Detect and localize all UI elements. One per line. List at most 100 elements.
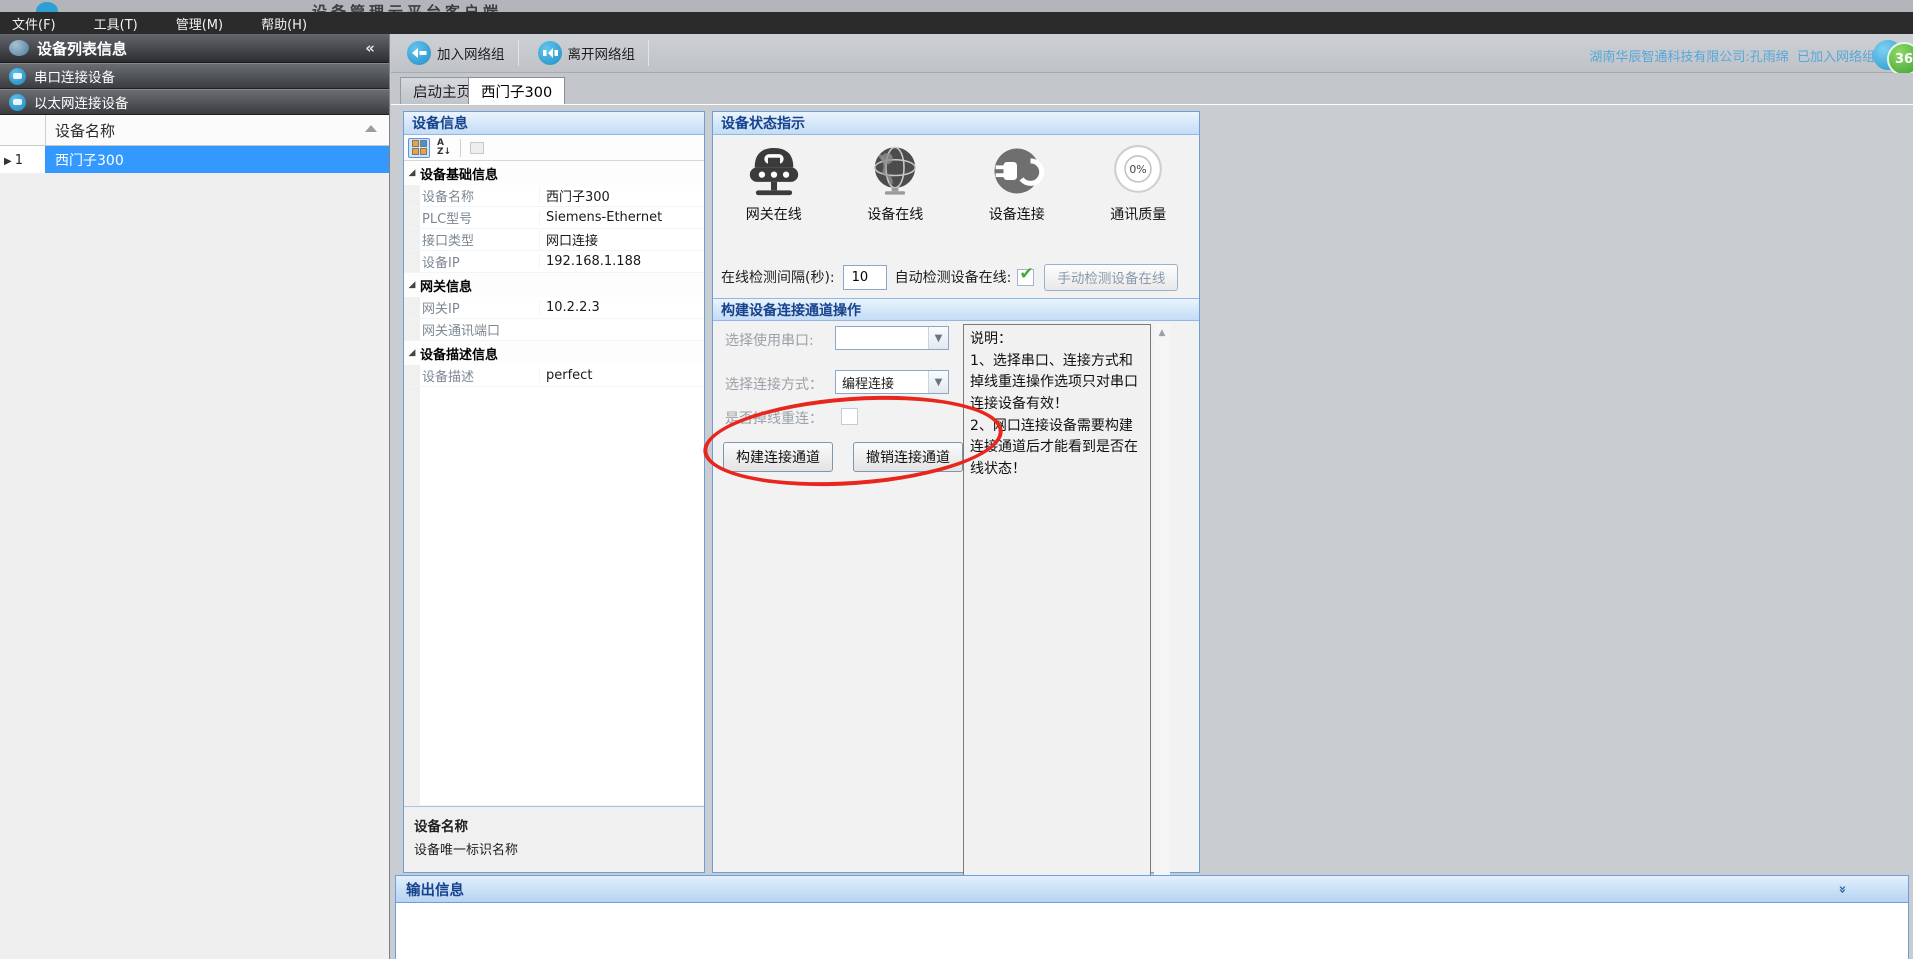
property-grid: ◢ 设备基础信息 设备名称 西门子300 PLC型号 Siemens-Ether… bbox=[404, 161, 704, 805]
reconnect-checkbox[interactable] bbox=[841, 408, 858, 425]
online-detect-row: 在线检测间隔(秒): 自动检测设备在线: 手动检测设备在线 bbox=[721, 262, 1191, 292]
property-row[interactable]: 网关IP 10.2.2.3 bbox=[404, 297, 704, 319]
leave-network-icon bbox=[538, 41, 562, 65]
sidebar-item-label: 串口连接设备 bbox=[34, 66, 115, 86]
instructions-scrollbar[interactable]: ▲ ▼ bbox=[1154, 324, 1170, 898]
comm-quality-indicator: 0% 通讯质量 bbox=[1083, 144, 1193, 224]
document-tabstrip: 启动主页 西门子300 bbox=[391, 73, 1913, 104]
gateway-online-label: 网关在线 bbox=[746, 204, 802, 224]
serial-port-combobox[interactable]: ▼ bbox=[835, 326, 949, 350]
property-value[interactable]: perfect bbox=[539, 368, 704, 383]
property-pages-icon bbox=[466, 138, 488, 158]
property-value[interactable]: Siemens-Ethernet bbox=[539, 210, 704, 225]
device-row-siemens300[interactable]: 西门子300 bbox=[45, 146, 389, 173]
device-list-sidebar: 设备列表信息 « 串口连接设备 以太网连接设备 设备名称 ▶1 西门子300 bbox=[0, 34, 390, 959]
menu-help[interactable]: 帮助(H) bbox=[261, 14, 307, 33]
highlight-annotation-ellipse bbox=[700, 387, 1005, 496]
category-row-basic[interactable]: ◢ 设备基础信息 bbox=[404, 161, 704, 185]
expander-icon: ◢ bbox=[404, 168, 420, 178]
grid-scroll-up-icon[interactable] bbox=[365, 125, 377, 132]
property-row[interactable]: 网关通讯端口 bbox=[404, 319, 704, 341]
instruction-line: 1、选择串口、连接方式和掉线重连操作选项只对串口连接设备有效！ bbox=[970, 351, 1144, 416]
serial-port-label: 选择使用串口: bbox=[725, 330, 814, 350]
property-description-box: 设备名称 设备唯一标识名称 bbox=[404, 806, 704, 872]
chevron-down-icon[interactable]: ▼ bbox=[928, 371, 948, 393]
chevron-down-icon[interactable]: ▼ bbox=[928, 327, 948, 349]
output-panel-body bbox=[395, 903, 1909, 959]
category-row-description[interactable]: ◢ 设备描述信息 bbox=[404, 341, 704, 365]
categorized-view-icon[interactable] bbox=[408, 138, 430, 158]
device-grid-header: 设备名称 bbox=[0, 115, 389, 146]
property-value[interactable]: 10.2.2.3 bbox=[539, 300, 704, 315]
svg-text:0%: 0% bbox=[1130, 163, 1147, 176]
menu-file[interactable]: 文件(F) bbox=[12, 14, 56, 33]
menu-tools[interactable]: 工具(T) bbox=[94, 14, 138, 33]
property-row[interactable]: 设备名称 西门子300 bbox=[404, 185, 704, 207]
row-marker-icon: ▶1 bbox=[4, 153, 23, 168]
sidebar-item-serial-devices[interactable]: 串口连接设备 bbox=[0, 63, 389, 89]
property-label: 网关IP bbox=[404, 298, 539, 317]
notification-badge[interactable]: 36 bbox=[1887, 42, 1913, 76]
app-window: 设备管理云平台客户端 文件(F) 工具(T) 管理(M) 帮助(H) 设备列表信… bbox=[0, 0, 1913, 959]
property-value[interactable]: 192.168.1.188 bbox=[539, 254, 704, 269]
connect-mode-combobox[interactable]: 编程连接 ▼ bbox=[835, 370, 949, 394]
device-list-icon bbox=[9, 40, 29, 56]
auto-detect-checkbox[interactable] bbox=[1017, 269, 1034, 286]
property-label: 网关通讯端口 bbox=[404, 320, 539, 339]
interval-input[interactable] bbox=[843, 265, 887, 290]
sidebar-header: 设备列表信息 « bbox=[0, 34, 389, 63]
output-title: 输出信息 bbox=[406, 879, 464, 900]
device-online-label: 设备在线 bbox=[867, 204, 923, 224]
auto-detect-label: 自动检测设备在线: bbox=[895, 267, 1012, 287]
column-device-name[interactable]: 设备名称 bbox=[55, 120, 115, 141]
property-label: 设备IP bbox=[404, 252, 539, 271]
device-connect-indicator: 设备连接 bbox=[962, 144, 1072, 224]
expander-icon: ◢ bbox=[404, 280, 420, 290]
quality-icon: 0% bbox=[1109, 144, 1167, 198]
join-network-group-button[interactable]: 加入网络组 bbox=[397, 38, 515, 68]
expander-icon: ◢ bbox=[404, 348, 420, 358]
toolbar-separator bbox=[648, 40, 649, 66]
app-logo-icon bbox=[36, 2, 58, 12]
gateway-icon bbox=[745, 144, 803, 198]
menu-bar: 文件(F) 工具(T) 管理(M) 帮助(H) bbox=[0, 12, 1913, 34]
table-row: ▶1 西门子300 bbox=[0, 146, 389, 173]
build-channel-button[interactable]: 构建连接通道 bbox=[723, 442, 833, 472]
tab-content: 设备信息 AZ↓ ◢ 设备基础信息 设备名称 西门子300 bbox=[391, 104, 1913, 959]
leave-network-group-button[interactable]: 离开网络组 bbox=[528, 38, 646, 68]
property-row[interactable]: 设备描述 perfect bbox=[404, 365, 704, 387]
property-label: 设备描述 bbox=[404, 366, 539, 385]
sort-alphabetical-icon[interactable]: AZ↓ bbox=[433, 138, 455, 158]
property-label: 设备名称 bbox=[404, 186, 539, 205]
property-value[interactable]: 西门子300 bbox=[539, 186, 704, 205]
scroll-up-icon[interactable]: ▲ bbox=[1156, 328, 1168, 338]
globe-icon bbox=[867, 144, 923, 198]
reconnect-label: 是否掉线重连： bbox=[725, 408, 823, 428]
collapse-sidebar-icon[interactable]: « bbox=[365, 39, 375, 57]
property-row[interactable]: PLC型号 Siemens-Ethernet bbox=[404, 207, 704, 229]
description-title: 设备名称 bbox=[414, 815, 694, 835]
ethernet-device-icon bbox=[9, 94, 26, 111]
property-label: PLC型号 bbox=[404, 208, 539, 227]
serial-device-icon bbox=[9, 68, 26, 85]
interval-label: 在线检测间隔(秒): bbox=[721, 267, 835, 287]
output-collapse-icon[interactable]: » bbox=[1834, 885, 1849, 893]
revoke-channel-button[interactable]: 撤销连接通道 bbox=[853, 442, 963, 472]
tab-siemens300[interactable]: 西门子300 bbox=[468, 77, 565, 104]
sidebar-item-ethernet-devices[interactable]: 以太网连接设备 bbox=[0, 89, 389, 115]
menu-manage[interactable]: 管理(M) bbox=[176, 14, 223, 33]
property-value[interactable]: 网口连接 bbox=[539, 230, 704, 249]
property-row[interactable]: 接口类型 网口连接 bbox=[404, 229, 704, 251]
sidebar-item-label: 以太网连接设备 bbox=[34, 92, 129, 112]
toolbar-separator bbox=[460, 139, 461, 157]
category-row-gateway[interactable]: ◢ 网关信息 bbox=[404, 273, 704, 297]
property-row[interactable]: 设备IP 192.168.1.188 bbox=[404, 251, 704, 273]
connect-mode-value: 编程连接 bbox=[836, 373, 928, 392]
device-connect-label: 设备连接 bbox=[989, 204, 1045, 224]
channel-panel-header: 构建设备连接通道操作 bbox=[713, 298, 1199, 321]
description-text: 设备唯一标识名称 bbox=[414, 839, 694, 858]
category-label: 网关信息 bbox=[420, 276, 472, 295]
manual-detect-button[interactable]: 手动检测设备在线 bbox=[1044, 264, 1178, 291]
property-label: 接口类型 bbox=[404, 230, 539, 249]
status-panel-header: 设备状态指示 bbox=[713, 112, 1199, 135]
